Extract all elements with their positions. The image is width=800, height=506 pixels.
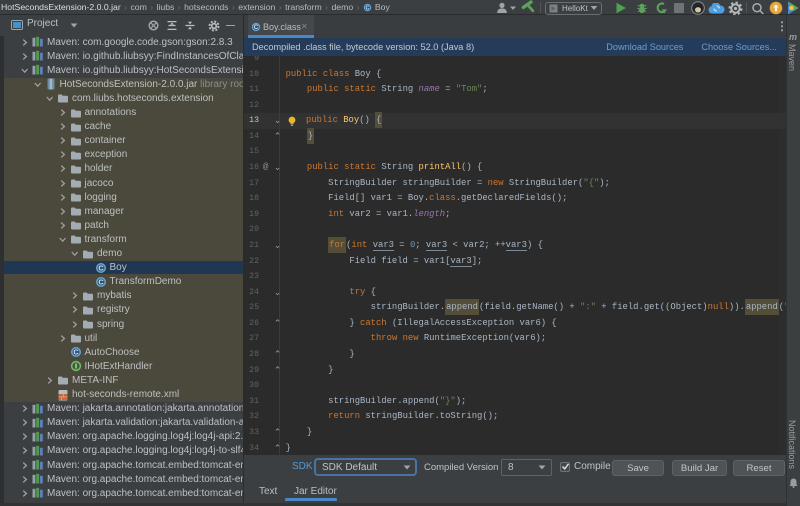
svg-text:C: C (98, 277, 104, 286)
svg-text:C: C (254, 24, 259, 31)
svg-text:C: C (365, 5, 369, 11)
svg-text:C: C (73, 348, 79, 357)
svg-text:I: I (74, 362, 76, 371)
svg-text:C: C (98, 263, 104, 272)
